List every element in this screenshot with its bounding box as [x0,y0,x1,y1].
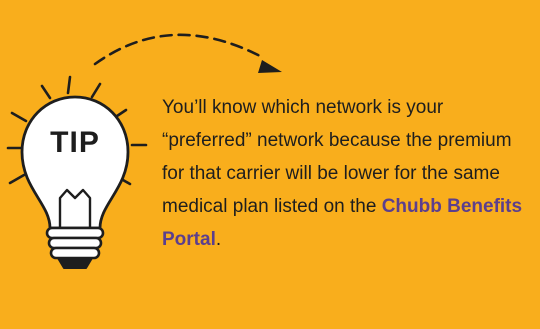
tip-text-end: . [215,229,222,250]
tip-card: TIP You’ll know which network is your “p… [0,0,540,329]
dashed-curved-arrow-icon [93,33,282,73]
tip-text: You’ll know which network is your “prefe… [162,91,534,256]
lightbulb-icon [6,75,148,269]
tip-label: TIP [50,126,100,159]
